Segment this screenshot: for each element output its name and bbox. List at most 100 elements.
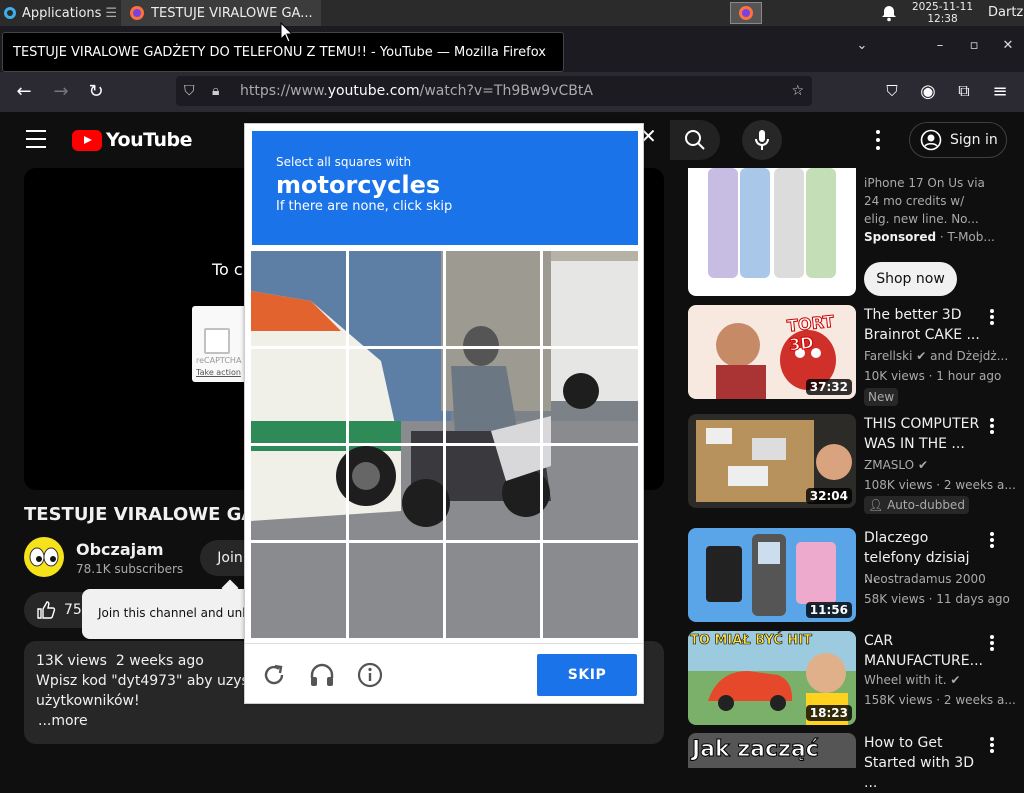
sidebar-ad[interactable]: iPhone 17 On Us via 24 mo credits w/ eli… [688, 168, 1014, 298]
video-thumbnail[interactable]: TO MIAŁ BYĆ HIT 18:23 [688, 631, 856, 725]
info-icon[interactable] [357, 662, 383, 688]
grid-tile[interactable] [542, 348, 637, 443]
grid-tile[interactable] [445, 251, 540, 346]
channel-name: ZMASLO [864, 458, 915, 472]
grid-tile[interactable] [542, 251, 637, 346]
tray-firefox-icon[interactable] [730, 2, 762, 24]
video-thumbnail[interactable]: 32:04 [688, 414, 856, 508]
sign-in-button[interactable]: Sign in [909, 122, 1007, 158]
pocket-icon[interactable]: ⛉ [881, 80, 903, 102]
video-title-line-2: Started with 3D ... [864, 755, 974, 791]
verified-icon: ✔ [917, 458, 928, 472]
subscriber-count: 78.1K subscribers [76, 562, 184, 576]
skip-button[interactable]: SKIP [537, 654, 637, 696]
user-name[interactable]: Dartz [988, 5, 1023, 20]
thumbs-up-icon [37, 601, 56, 619]
ad-thumbnail[interactable] [688, 168, 856, 296]
youtube-logo[interactable]: YouTube [72, 129, 192, 151]
lock-icon[interactable]: 🔒︎ [212, 83, 230, 99]
video-thumbnail[interactable]: TORT 3D 37:32 [688, 305, 856, 399]
youtube-logo-text: YouTube [106, 129, 192, 151]
url-host: youtube.com [327, 83, 420, 99]
challenge-target: motorcycles [276, 171, 441, 199]
verified-icon: ✔ [950, 673, 961, 687]
voice-search-button[interactable] [742, 120, 782, 160]
video-meta: 108K views · 2 weeks a... [864, 478, 1016, 492]
video-title: CAR MANUFACTURE... [864, 631, 984, 671]
grid-tile[interactable] [348, 251, 443, 346]
new-badge: New [864, 388, 899, 406]
clock[interactable]: 2025-11-11 12:38 [912, 1, 973, 25]
video-menu-kebab-icon[interactable] [988, 416, 996, 436]
reload-icon[interactable]: ↻ [85, 80, 107, 102]
grid-tile[interactable] [445, 445, 540, 540]
url-bar[interactable]: ⛉ 🔒︎ https://www.youtube.com/watch?v=Th9… [176, 76, 812, 106]
video-menu-kebab-icon[interactable] [988, 530, 996, 550]
youtube-play-icon [72, 129, 102, 151]
sidebar-video[interactable]: TO MIAŁ BYĆ HIT 18:23 CAR MANUFACTURE... … [688, 631, 1016, 731]
hamburger-menu-icon[interactable] [26, 130, 46, 148]
maximize-icon[interactable]: ▫ [962, 38, 986, 58]
video-thumbnail[interactable]: Jak zacząć [688, 733, 856, 768]
verified-icon: ✔ [916, 349, 927, 363]
settings-kebab-icon[interactable] [876, 130, 884, 150]
bookmark-star-icon[interactable]: ☆ [791, 83, 804, 99]
auto-dubbed-label: Auto-dubbed [887, 498, 965, 512]
video-menu-kebab-icon[interactable] [988, 307, 996, 327]
notification-bell-icon[interactable] [880, 4, 898, 22]
video-title: THIS COMPUTER WAS IN THE ... [864, 414, 984, 454]
video-title-line-1: THIS COMPUTER [864, 416, 980, 432]
thumbnail-caption: TO MIAŁ BYĆ HIT [690, 633, 813, 649]
grid-tile[interactable] [348, 542, 443, 637]
sidebar-video[interactable]: TORT 3D 37:32 The better 3D Brainrot CAKE… [688, 305, 1014, 406]
forward-arrow-icon[interactable]: → [50, 80, 72, 102]
search-button[interactable] [670, 120, 720, 160]
video-duration: 37:32 [805, 379, 852, 395]
tracking-shield-icon[interactable]: ⛉ [184, 83, 202, 99]
video-menu-kebab-icon[interactable] [988, 633, 996, 653]
grid-tile[interactable] [251, 445, 346, 540]
sidebar-video[interactable]: Jak zacząć How to Get Started with 3D ... [688, 733, 1014, 791]
description-more-link[interactable]: ...more [36, 711, 652, 731]
minimize-icon[interactable]: – [928, 38, 952, 58]
video-meta: 10K views · 1 hour ago [864, 369, 1002, 383]
grid-tile[interactable] [445, 542, 540, 637]
sidebar-video[interactable]: 11:56 Dlaczego telefony dzisiaj ... Neost… [688, 528, 1014, 628]
sponsored-label: Sponsored [864, 230, 937, 244]
video-title-line-1: How to Get [864, 735, 943, 751]
sidebar-video[interactable]: 32:04 THIS COMPUTER WAS IN THE ... ZMASLO… [688, 414, 1016, 524]
grid-tile[interactable] [251, 251, 346, 346]
recaptcha-checkbox[interactable] [204, 328, 230, 354]
grid-tile[interactable] [251, 348, 346, 443]
tab-list-chevron-down-icon[interactable]: ⌄ [850, 38, 874, 58]
grid-tile[interactable] [542, 542, 637, 637]
grid-tile[interactable] [348, 445, 443, 540]
channel-avatar[interactable] [24, 537, 64, 577]
video-duration: 32:04 [805, 488, 852, 504]
extensions-icon[interactable]: ⧉ [953, 80, 975, 102]
taskbar: Applications ☰ TESTUJE VIRALOWE GA... 20… [0, 0, 1024, 26]
video-title-line-2: MANUFACTURE... [864, 653, 983, 669]
applications-menu[interactable]: Applications ☰ [0, 0, 117, 26]
back-arrow-icon[interactable]: ← [13, 80, 35, 102]
video-title: How to Get Started with 3D ... [864, 733, 984, 793]
video-duration: 11:56 [805, 602, 852, 618]
grid-tile[interactable] [445, 348, 540, 443]
close-icon[interactable]: ✕ [996, 38, 1020, 58]
reload-challenge-icon[interactable] [261, 662, 287, 688]
channel-name[interactable]: Obczajam [76, 540, 164, 559]
challenge-hint: If there are none, click skip [276, 199, 453, 214]
video-menu-kebab-icon[interactable] [988, 735, 996, 755]
grid-tile[interactable] [348, 348, 443, 443]
sign-in-label: Sign in [950, 132, 998, 148]
challenge-footer: SKIP [245, 643, 643, 703]
account-icon[interactable]: ◉ [917, 80, 939, 102]
recaptcha-take-action-link[interactable]: Take action [196, 368, 241, 377]
video-thumbnail[interactable]: 11:56 [688, 528, 856, 622]
shop-now-button[interactable]: Shop now [864, 262, 957, 296]
app-menu-icon[interactable]: ≡ [989, 80, 1011, 102]
audio-challenge-headphones-icon[interactable] [309, 662, 335, 688]
grid-tile[interactable] [542, 445, 637, 540]
grid-tile[interactable] [251, 542, 346, 637]
like-count: 75 [64, 602, 82, 618]
